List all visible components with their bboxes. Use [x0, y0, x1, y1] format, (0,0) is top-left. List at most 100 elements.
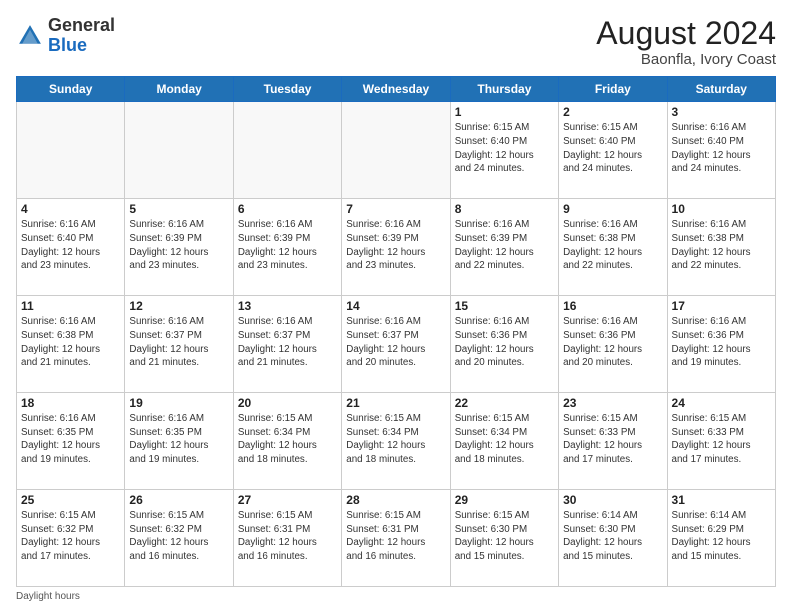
day-number: 4	[21, 202, 120, 216]
day-info: Sunrise: 6:15 AM Sunset: 6:33 PM Dayligh…	[563, 412, 662, 467]
day-info: Sunrise: 6:15 AM Sunset: 6:34 PM Dayligh…	[238, 412, 337, 467]
day-info: Sunrise: 6:16 AM Sunset: 6:40 PM Dayligh…	[21, 218, 120, 273]
day-number: 20	[238, 396, 337, 410]
day-info: Sunrise: 6:16 AM Sunset: 6:39 PM Dayligh…	[129, 218, 228, 273]
day-cell: 9 Sunrise: 6:16 AM Sunset: 6:38 PM Daylig…	[559, 199, 667, 296]
day-number: 10	[672, 202, 771, 216]
location: Baonfla, Ivory Coast	[596, 51, 776, 68]
day-number: 22	[455, 396, 554, 410]
day-cell: 23 Sunrise: 6:15 AM Sunset: 6:33 PM Dayli…	[559, 393, 667, 490]
day-info: Sunrise: 6:15 AM Sunset: 6:34 PM Dayligh…	[346, 412, 445, 467]
day-number: 2	[563, 105, 662, 119]
day-info: Sunrise: 6:16 AM Sunset: 6:36 PM Dayligh…	[455, 315, 554, 370]
day-cell	[342, 102, 450, 199]
day-info: Sunrise: 6:16 AM Sunset: 6:37 PM Dayligh…	[238, 315, 337, 370]
day-number: 12	[129, 299, 228, 313]
day-number: 28	[346, 493, 445, 507]
day-number: 11	[21, 299, 120, 313]
day-cell: 5 Sunrise: 6:16 AM Sunset: 6:39 PM Daylig…	[125, 199, 233, 296]
day-info: Sunrise: 6:15 AM Sunset: 6:33 PM Dayligh…	[672, 412, 771, 467]
day-number: 9	[563, 202, 662, 216]
day-number: 18	[21, 396, 120, 410]
day-info: Sunrise: 6:15 AM Sunset: 6:40 PM Dayligh…	[455, 121, 554, 176]
day-cell: 12 Sunrise: 6:16 AM Sunset: 6:37 PM Dayli…	[125, 296, 233, 393]
day-info: Sunrise: 6:16 AM Sunset: 6:35 PM Dayligh…	[21, 412, 120, 467]
day-number: 15	[455, 299, 554, 313]
col-header-monday: Monday	[125, 77, 233, 102]
week-row-4: 25Sunrise: 6:15 AM Sunset: 6:32 PM Dayli…	[17, 490, 776, 587]
week-row-1: 4 Sunrise: 6:16 AM Sunset: 6:40 PM Daylig…	[17, 199, 776, 296]
day-cell: 7Sunrise: 6:16 AM Sunset: 6:39 PM Daylig…	[342, 199, 450, 296]
day-number: 14	[346, 299, 445, 313]
day-info: Sunrise: 6:16 AM Sunset: 6:37 PM Dayligh…	[129, 315, 228, 370]
calendar-header-row: SundayMondayTuesdayWednesdayThursdayFrid…	[17, 77, 776, 102]
day-number: 1	[455, 105, 554, 119]
logo: General Blue	[16, 16, 115, 56]
day-number: 31	[672, 493, 771, 507]
day-cell: 21 Sunrise: 6:15 AM Sunset: 6:34 PM Dayli…	[342, 393, 450, 490]
day-cell	[17, 102, 125, 199]
day-number: 5	[129, 202, 228, 216]
day-info: Sunrise: 6:14 AM Sunset: 6:30 PM Dayligh…	[563, 509, 662, 564]
footer-note: Daylight hours	[16, 591, 776, 602]
col-header-saturday: Saturday	[667, 77, 775, 102]
day-number: 26	[129, 493, 228, 507]
day-info: Sunrise: 6:16 AM Sunset: 6:36 PM Dayligh…	[563, 315, 662, 370]
day-info: Sunrise: 6:16 AM Sunset: 6:38 PM Dayligh…	[563, 218, 662, 273]
day-cell: 24Sunrise: 6:15 AM Sunset: 6:33 PM Dayli…	[667, 393, 775, 490]
day-cell	[125, 102, 233, 199]
day-cell: 19Sunrise: 6:16 AM Sunset: 6:35 PM Dayli…	[125, 393, 233, 490]
title-block: August 2024 Baonfla, Ivory Coast	[596, 16, 776, 68]
col-header-friday: Friday	[559, 77, 667, 102]
day-info: Sunrise: 6:15 AM Sunset: 6:34 PM Dayligh…	[455, 412, 554, 467]
week-row-3: 18 Sunrise: 6:16 AM Sunset: 6:35 PM Dayli…	[17, 393, 776, 490]
day-cell: 20 Sunrise: 6:15 AM Sunset: 6:34 PM Dayli…	[233, 393, 341, 490]
col-header-wednesday: Wednesday	[342, 77, 450, 102]
day-info: Sunrise: 6:16 AM Sunset: 6:39 PM Dayligh…	[455, 218, 554, 273]
day-number: 29	[455, 493, 554, 507]
logo-icon	[16, 22, 44, 50]
day-number: 3	[672, 105, 771, 119]
calendar-table: SundayMondayTuesdayWednesdayThursdayFrid…	[16, 76, 776, 587]
day-number: 7	[346, 202, 445, 216]
day-info: Sunrise: 6:16 AM Sunset: 6:35 PM Dayligh…	[129, 412, 228, 467]
day-info: Sunrise: 6:16 AM Sunset: 6:38 PM Dayligh…	[21, 315, 120, 370]
logo-general: General	[48, 15, 115, 35]
col-header-tuesday: Tuesday	[233, 77, 341, 102]
day-cell: 8Sunrise: 6:16 AM Sunset: 6:39 PM Daylig…	[450, 199, 558, 296]
week-row-2: 11 Sunrise: 6:16 AM Sunset: 6:38 PM Dayli…	[17, 296, 776, 393]
day-info: Sunrise: 6:15 AM Sunset: 6:32 PM Dayligh…	[21, 509, 120, 564]
day-number: 23	[563, 396, 662, 410]
day-info: Sunrise: 6:16 AM Sunset: 6:38 PM Dayligh…	[672, 218, 771, 273]
day-info: Sunrise: 6:15 AM Sunset: 6:31 PM Dayligh…	[238, 509, 337, 564]
day-info: Sunrise: 6:15 AM Sunset: 6:30 PM Dayligh…	[455, 509, 554, 564]
day-cell: 18 Sunrise: 6:16 AM Sunset: 6:35 PM Dayli…	[17, 393, 125, 490]
day-info: Sunrise: 6:15 AM Sunset: 6:40 PM Dayligh…	[563, 121, 662, 176]
week-row-0: 1 Sunrise: 6:15 AM Sunset: 6:40 PM Daylig…	[17, 102, 776, 199]
day-number: 21	[346, 396, 445, 410]
col-header-thursday: Thursday	[450, 77, 558, 102]
day-number: 17	[672, 299, 771, 313]
day-cell: 1 Sunrise: 6:15 AM Sunset: 6:40 PM Daylig…	[450, 102, 558, 199]
day-info: Sunrise: 6:15 AM Sunset: 6:31 PM Dayligh…	[346, 509, 445, 564]
day-number: 16	[563, 299, 662, 313]
day-cell: 17 Sunrise: 6:16 AM Sunset: 6:36 PM Dayli…	[667, 296, 775, 393]
col-header-sunday: Sunday	[17, 77, 125, 102]
day-info: Sunrise: 6:14 AM Sunset: 6:29 PM Dayligh…	[672, 509, 771, 564]
day-number: 6	[238, 202, 337, 216]
day-cell: 27Sunrise: 6:15 AM Sunset: 6:31 PM Dayli…	[233, 490, 341, 587]
day-cell: 28 Sunrise: 6:15 AM Sunset: 6:31 PM Dayli…	[342, 490, 450, 587]
day-cell	[233, 102, 341, 199]
page: General Blue August 2024 Baonfla, Ivory …	[0, 0, 792, 612]
day-cell: 15 Sunrise: 6:16 AM Sunset: 6:36 PM Dayli…	[450, 296, 558, 393]
day-info: Sunrise: 6:16 AM Sunset: 6:37 PM Dayligh…	[346, 315, 445, 370]
day-info: Sunrise: 6:15 AM Sunset: 6:32 PM Dayligh…	[129, 509, 228, 564]
day-info: Sunrise: 6:16 AM Sunset: 6:40 PM Dayligh…	[672, 121, 771, 176]
day-cell: 11 Sunrise: 6:16 AM Sunset: 6:38 PM Dayli…	[17, 296, 125, 393]
day-cell: 3 Sunrise: 6:16 AM Sunset: 6:40 PM Daylig…	[667, 102, 775, 199]
day-info: Sunrise: 6:16 AM Sunset: 6:36 PM Dayligh…	[672, 315, 771, 370]
header: General Blue August 2024 Baonfla, Ivory …	[16, 16, 776, 68]
month-year: August 2024	[596, 16, 776, 51]
day-cell: 6 Sunrise: 6:16 AM Sunset: 6:39 PM Daylig…	[233, 199, 341, 296]
day-info: Sunrise: 6:16 AM Sunset: 6:39 PM Dayligh…	[238, 218, 337, 273]
